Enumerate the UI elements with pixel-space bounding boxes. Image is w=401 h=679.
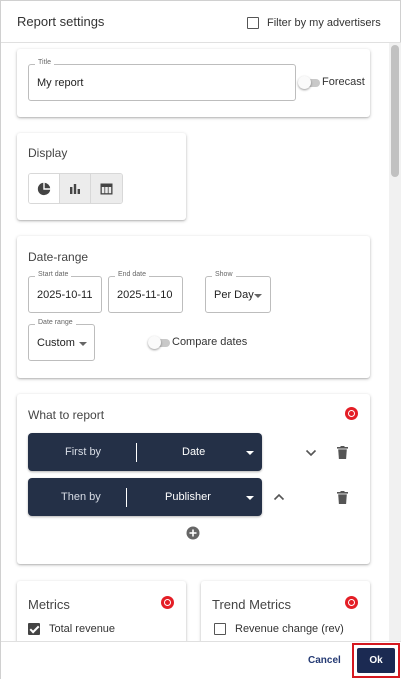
table-button[interactable] [91,174,122,203]
show-select-value: Per Day [214,289,254,301]
start-date-label: Start date [35,271,72,278]
chevron-down-icon [254,294,262,298]
end-date-value: 2025-11-10 [117,289,173,301]
display-toggle-group [28,173,123,204]
filter-checkbox[interactable] [247,17,259,29]
metric-label: Total revenue [49,623,116,635]
trend-metric-revenue-change[interactable]: Revenue change (rev) [214,623,344,635]
start-date-value: 2025-10-11 [37,289,93,301]
dialog-footer: Cancel Ok [1,641,401,679]
cancel-button[interactable]: Cancel [308,655,341,666]
trend-metric-checkbox[interactable] [214,623,226,635]
first-by-key: First by [65,446,102,458]
end-date-field[interactable]: End date 2025-11-10 [108,271,183,313]
title-field[interactable]: Title My report [28,59,296,101]
delete-icon[interactable] [337,491,348,504]
date-range-select-value: Custom [37,337,75,349]
brand-badge-icon [161,596,174,609]
pie-chart-icon [37,182,51,195]
title-field-label: Title [35,59,54,66]
title-card: Title My report Forecast [17,49,370,117]
trend-metrics-title: Trend Metrics [212,597,291,612]
collapse-chevron-icon[interactable] [273,493,285,501]
date-range-select[interactable]: Date range Custom [28,319,95,361]
report-settings-dialog: Report settings Filter by my advertisers… [0,0,401,679]
delete-icon[interactable] [337,446,348,459]
display-card: Display [17,133,186,220]
trend-metric-label: Revenue change (rev) [235,623,344,635]
dialog-content: Title My report Forecast Display Date-ra… [1,43,389,641]
pill-divider [136,443,137,462]
pill-divider [126,488,127,507]
display-title: Display [28,146,68,160]
first-by-pill[interactable]: First by Date [28,433,262,471]
forecast-toggle[interactable] [298,76,320,89]
what-to-report-title: What to report [28,408,105,422]
bar-chart-icon [70,183,80,194]
chevron-down-icon[interactable] [246,496,254,500]
compare-dates-label: Compare dates [172,336,248,348]
show-select-label: Show [212,271,236,278]
date-range-card: Date-range Start date 2025-10-11 End dat… [17,236,370,378]
compare-dates-toggle[interactable] [148,336,170,349]
first-by-value: Date [182,446,206,458]
what-to-report-card: What to report First by Date Then by Pub… [17,394,370,564]
bar-chart-button[interactable] [60,174,91,203]
dialog-title: Report settings [17,14,105,29]
ok-button[interactable]: Ok [357,648,395,673]
add-row-icon[interactable] [186,526,200,540]
date-range-select-label: Date range [35,319,76,326]
then-by-pill[interactable]: Then by Publisher [28,478,262,516]
dialog-header: Report settings Filter by my advertisers [1,1,401,43]
filter-my-advertisers[interactable]: Filter by my advertisers [247,17,381,29]
expand-chevron-icon[interactable] [305,449,317,457]
then-by-value: Publisher [165,491,211,503]
metrics-card: Metrics Total revenue [17,581,186,641]
table-icon [100,183,113,194]
date-range-title: Date-range [28,250,89,264]
show-select[interactable]: Show Per Day [205,271,271,313]
filter-label: Filter by my advertisers [267,17,381,29]
trend-metrics-card: Trend Metrics Revenue change (rev) [201,581,370,641]
then-by-key: Then by [61,491,101,503]
metrics-title: Metrics [28,597,70,612]
brand-badge-icon [345,596,358,609]
scrollbar-thumb[interactable] [391,45,399,177]
start-date-field[interactable]: Start date 2025-10-11 [28,271,102,313]
chevron-down-icon[interactable] [246,451,254,455]
brand-badge-icon [345,407,358,420]
metric-checkbox[interactable] [28,623,40,635]
end-date-label: End date [115,271,150,278]
pie-chart-button[interactable] [29,174,60,203]
title-field-value: My report [37,77,84,89]
metric-total-revenue[interactable]: Total revenue [28,623,115,635]
forecast-label: Forecast [322,76,365,88]
chevron-down-icon [79,342,87,346]
